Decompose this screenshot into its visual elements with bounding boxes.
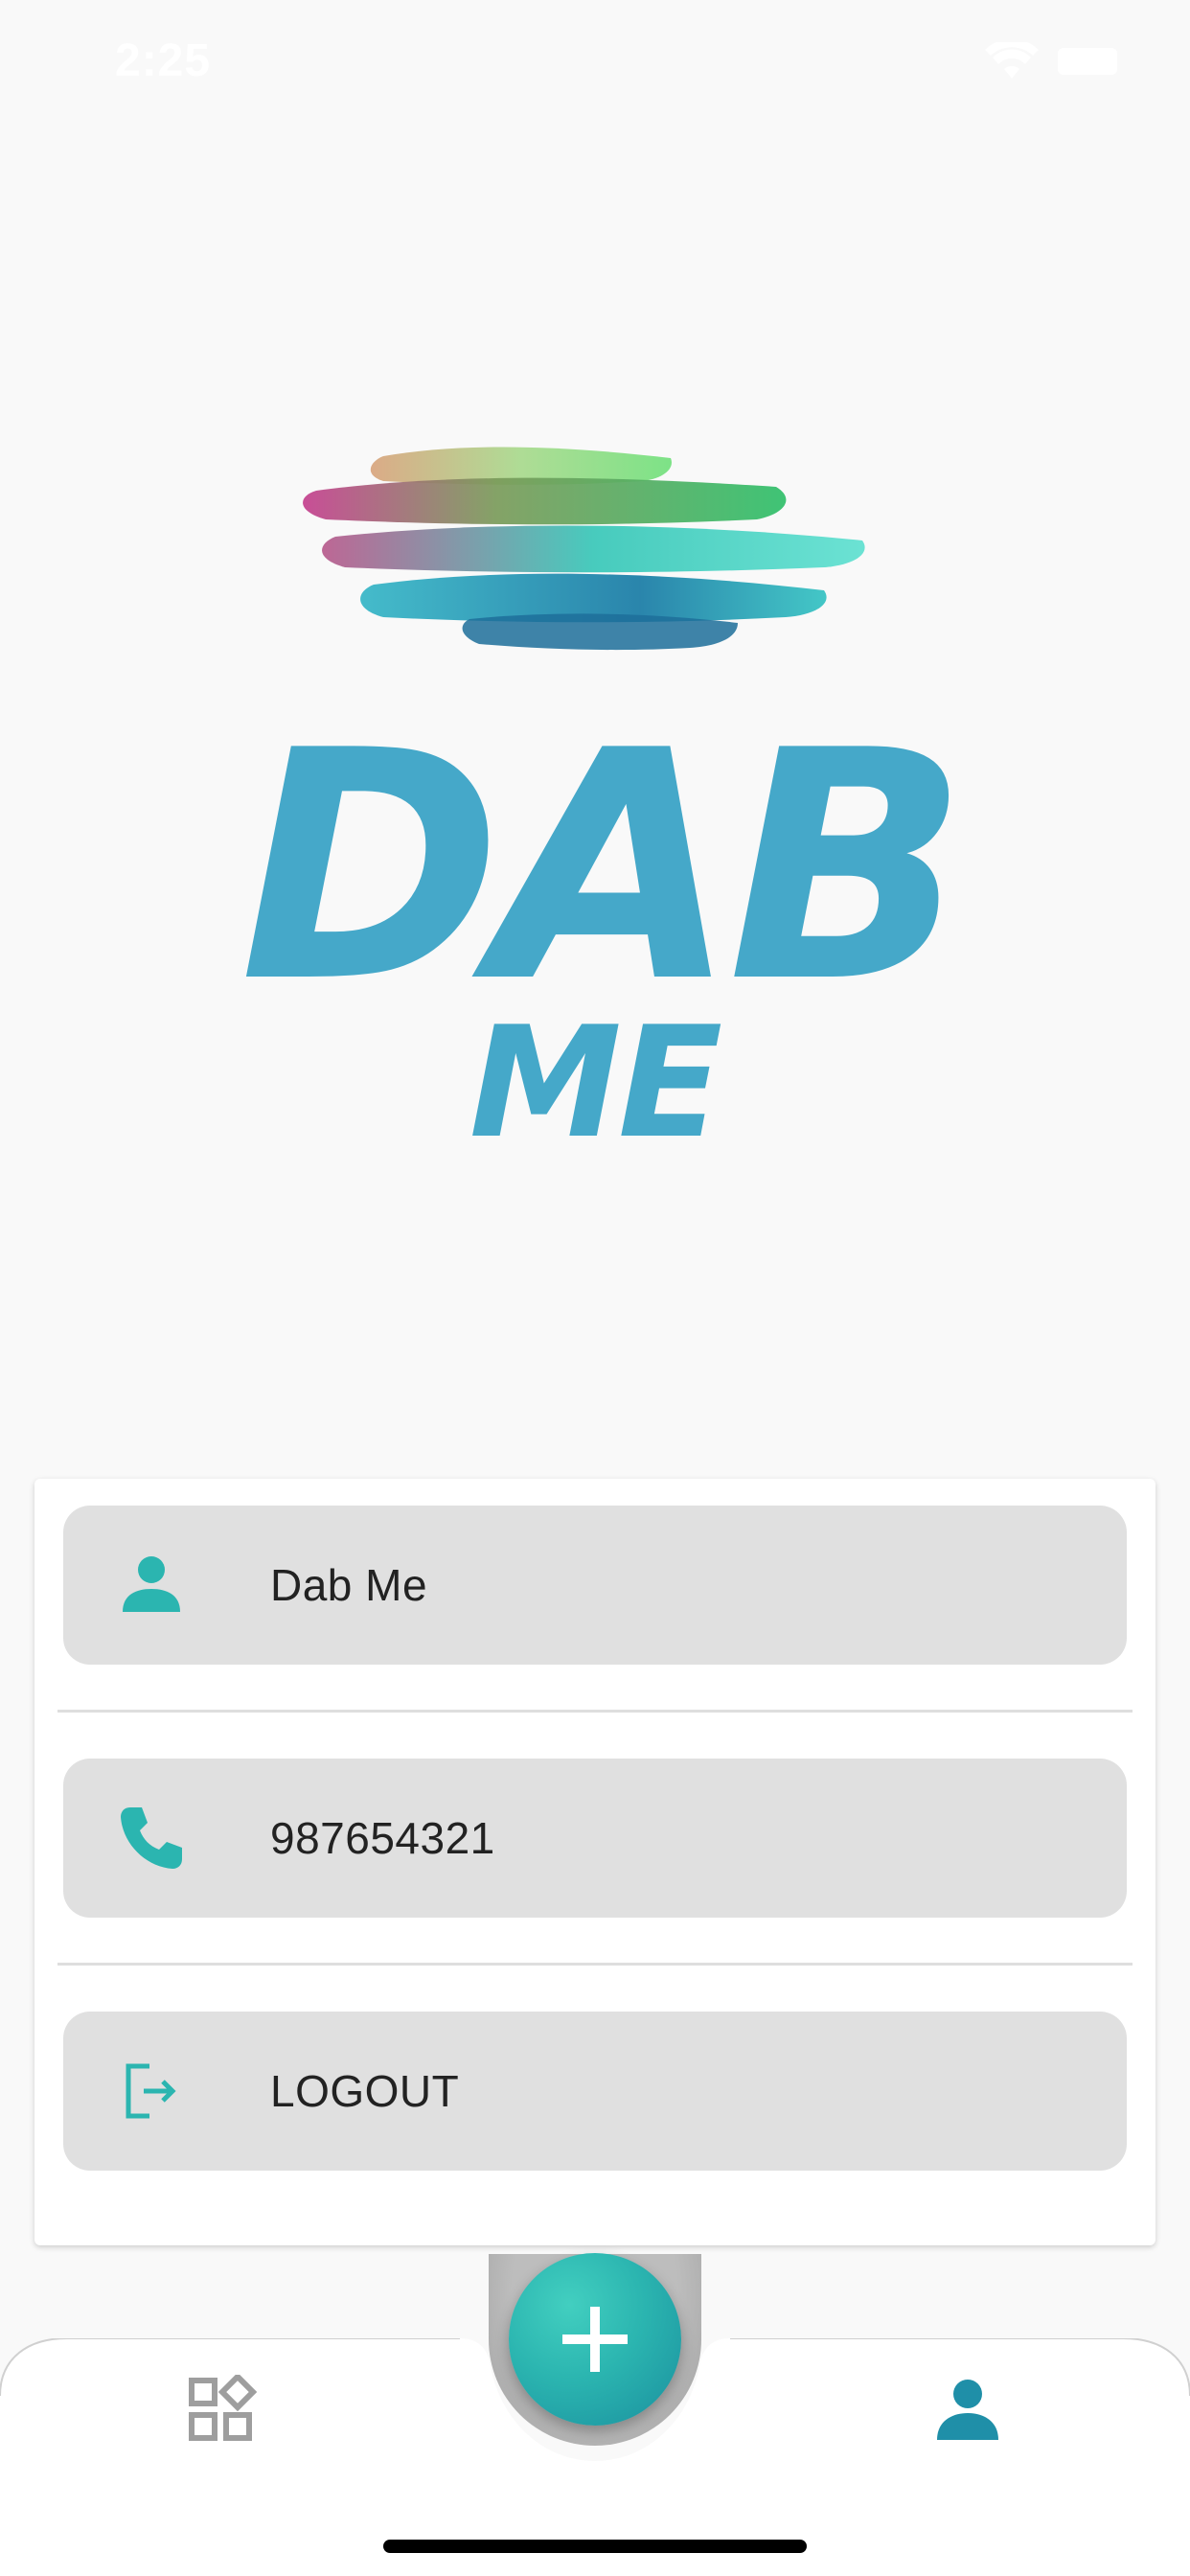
person-icon [123, 1556, 180, 1612]
profile-screen: 2:25 DAB ME Dab Me 987654321 LOGOUT [0, 0, 1190, 2576]
profile-phone: 987654321 [270, 1813, 495, 1863]
home-indicator [383, 2540, 807, 2553]
status-time: 2:25 [115, 35, 212, 86]
divider [57, 1963, 1133, 1966]
profile-name-row[interactable]: Dab Me [63, 1506, 1127, 1665]
profile-icon[interactable] [933, 2375, 1002, 2444]
dashboard-icon[interactable] [188, 2375, 257, 2444]
add-button[interactable] [509, 2253, 681, 2426]
profile-phone-row[interactable]: 987654321 [63, 1759, 1127, 1918]
logout-button[interactable]: LOGOUT [63, 2012, 1127, 2171]
battery-icon [1058, 48, 1117, 75]
wifi-icon [985, 42, 1039, 79]
profile-card: Dab Me 987654321 LOGOUT [34, 1479, 1156, 2245]
app-logo: DAB ME [240, 441, 969, 1160]
phone-icon [121, 1807, 182, 1869]
logo-title: DAB [240, 683, 969, 1051]
plus-icon [562, 2307, 628, 2372]
divider [57, 1710, 1133, 1713]
logo-subtitle: ME [469, 993, 723, 1172]
logout-label: LOGOUT [270, 2066, 460, 2116]
profile-name: Dab Me [270, 1560, 428, 1610]
paint-brush-strokes [303, 447, 865, 651]
status-bar: 2:25 [0, 0, 1190, 134]
logout-icon [126, 2063, 176, 2119]
